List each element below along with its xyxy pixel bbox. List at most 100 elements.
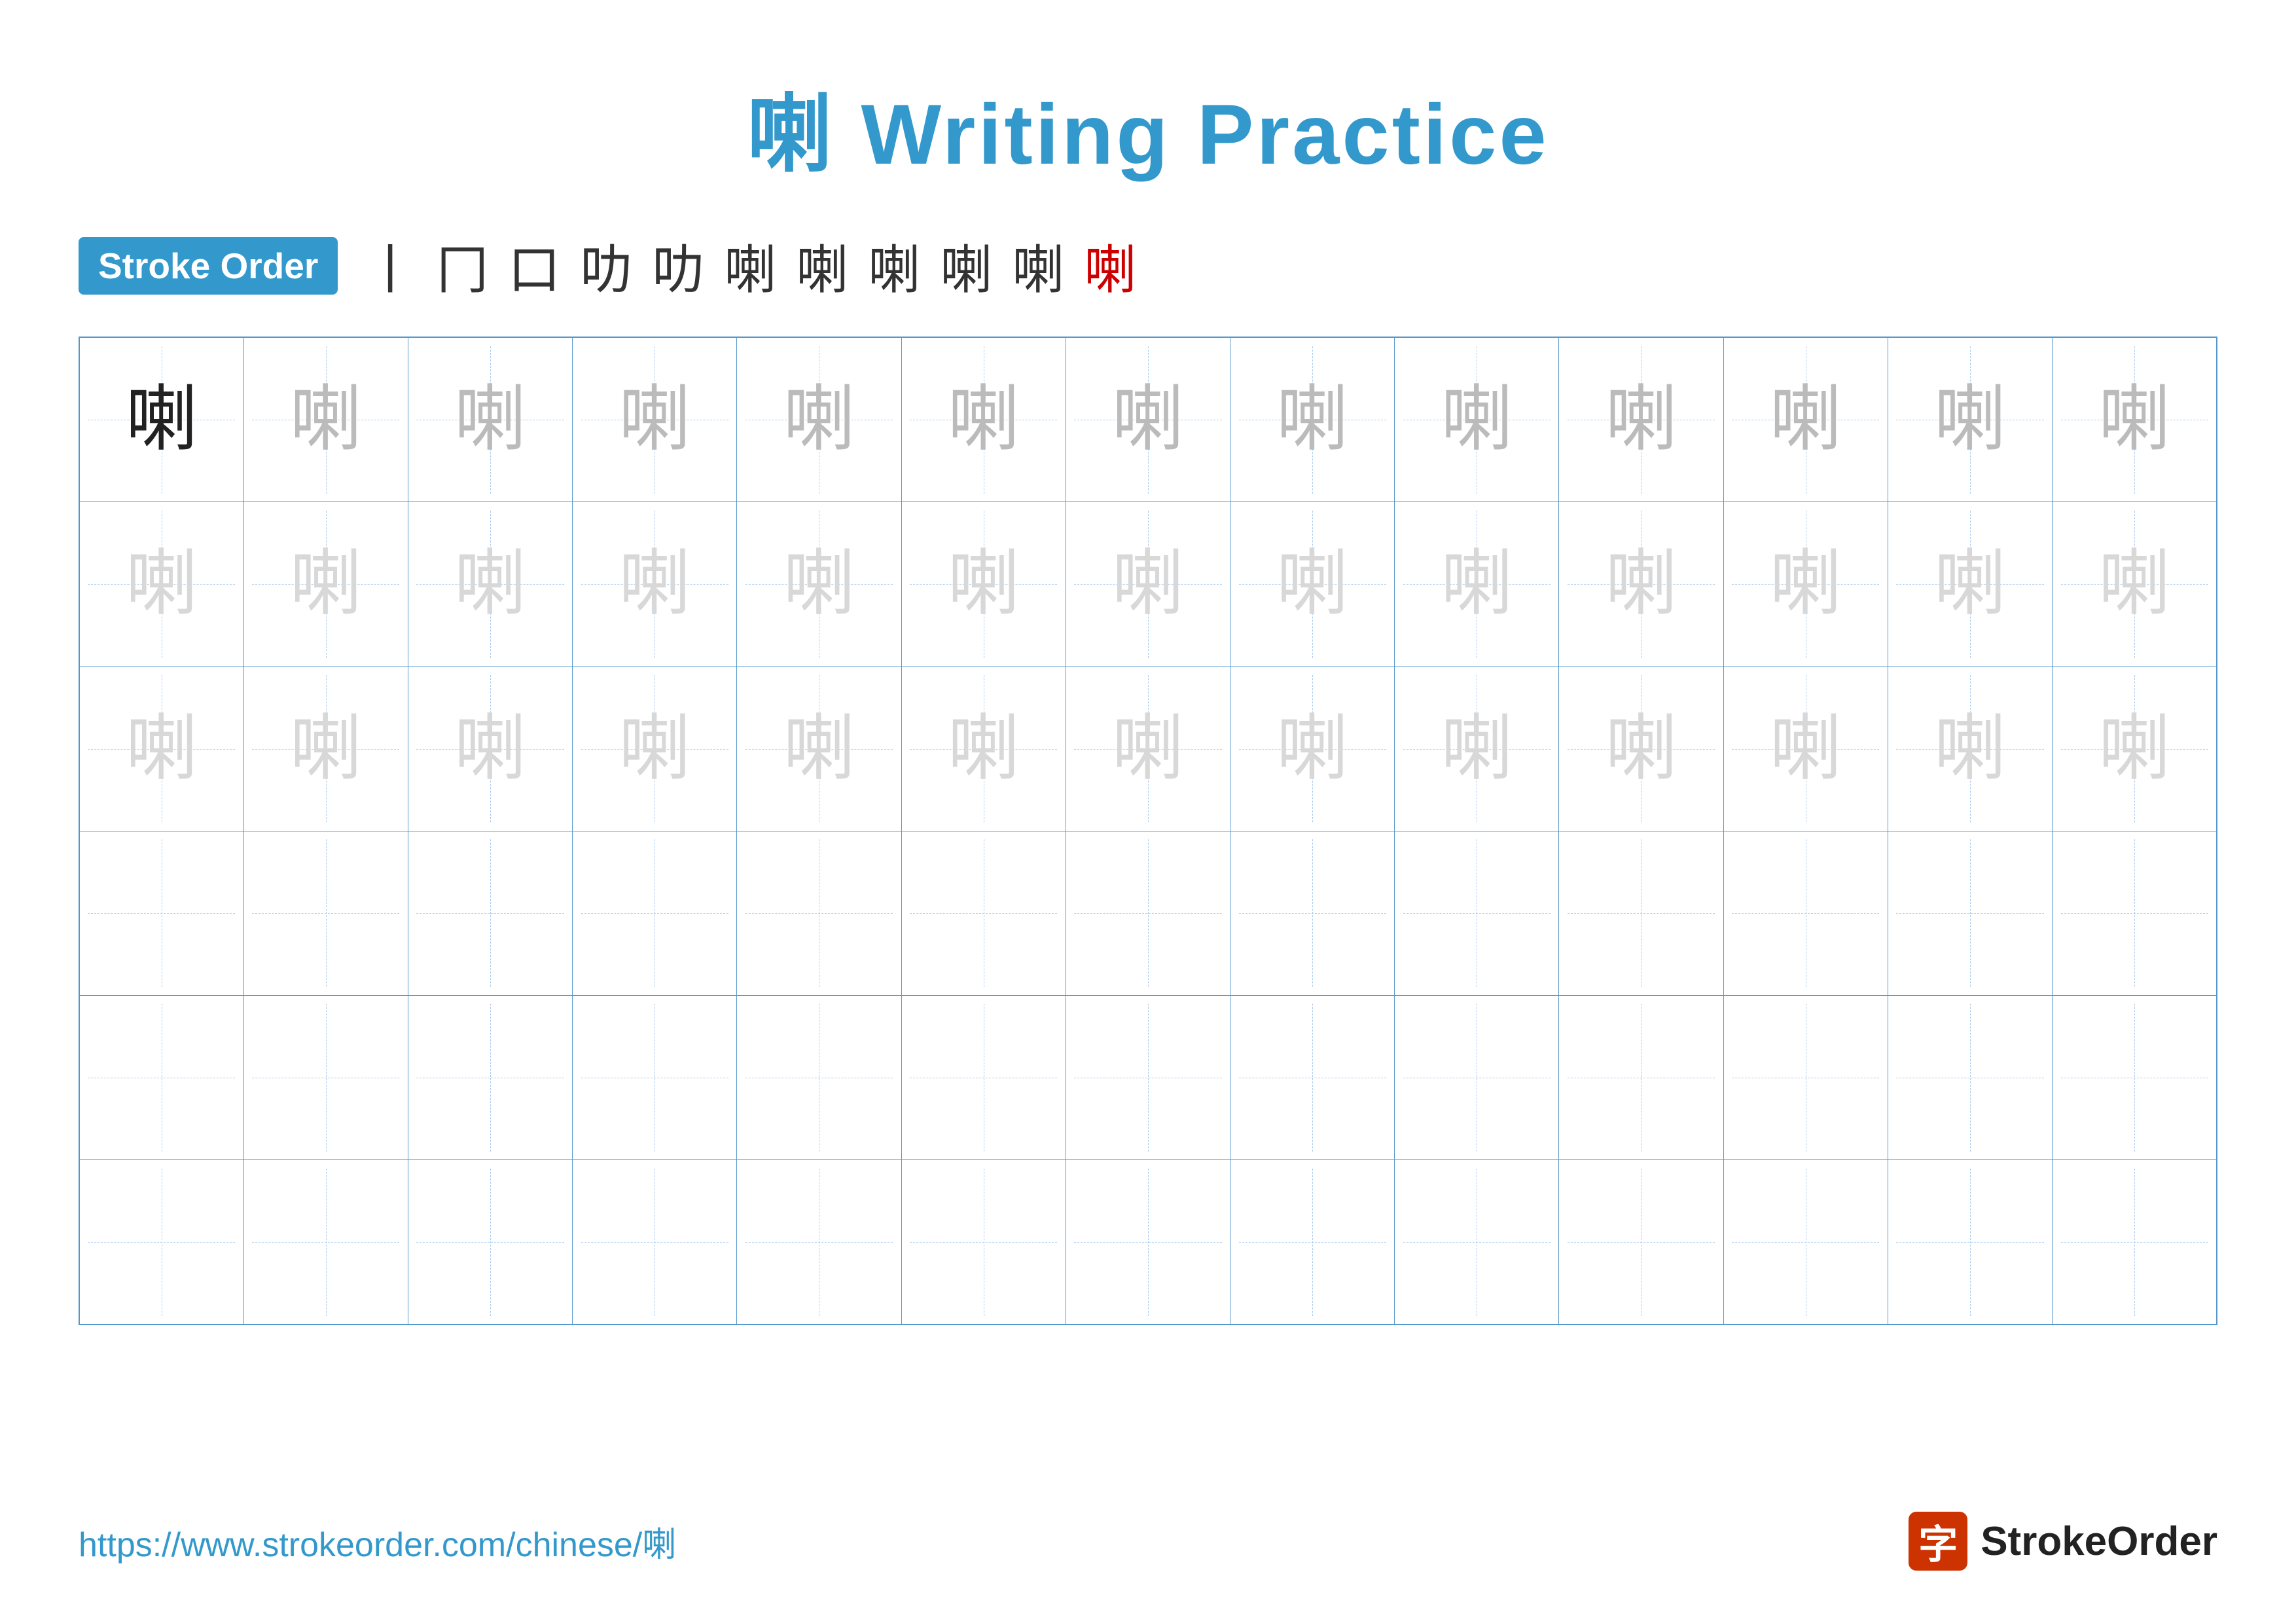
grid-cell: 喇 <box>573 502 737 666</box>
grid-cell <box>737 1160 901 1325</box>
stroke-step-5: 叻 <box>652 228 704 304</box>
grid-cell: 喇 <box>1395 666 1559 831</box>
grid-cell <box>1230 995 1395 1159</box>
grid-cell: 喇 <box>1066 502 1230 666</box>
grid-cell <box>1066 831 1230 995</box>
stroke-step-3: 口 <box>508 228 560 304</box>
page-title: 喇 Writing Practice <box>747 65 1549 189</box>
grid-cell: 喇 <box>1066 666 1230 831</box>
grid-cell: 喇 <box>1395 337 1559 502</box>
grid-row-5 <box>79 995 2217 1159</box>
grid-cell <box>1559 995 1723 1159</box>
footer-logo-icon: 字 <box>1909 1512 1967 1571</box>
grid-cell: 喇 <box>79 337 243 502</box>
grid-cell: 喇 <box>901 502 1066 666</box>
stroke-step-8: 喇 <box>868 228 920 304</box>
grid-cell: 喇 <box>1559 666 1723 831</box>
practice-grid: 喇 喇 喇 喇 喇 喇 喇 喇 喇 喇 喇 喇 喇 喇 喇 喇 喇 喇 喇 喇 … <box>79 337 2217 1325</box>
page: 喇 Writing Practice Stroke Order 丨 冂 口 叻 … <box>0 0 2296 1623</box>
stroke-step-10: 喇 <box>1012 228 1064 304</box>
grid-cell: 喇 <box>79 502 243 666</box>
grid-row-1: 喇 喇 喇 喇 喇 喇 喇 喇 喇 喇 喇 喇 喇 <box>79 337 2217 502</box>
grid-cell <box>1066 995 1230 1159</box>
grid-cell <box>2053 995 2217 1159</box>
grid-cell: 喇 <box>573 666 737 831</box>
grid-cell <box>408 1160 572 1325</box>
grid-cell <box>2053 831 2217 995</box>
grid-cell <box>1888 831 2052 995</box>
grid-cell <box>2053 1160 2217 1325</box>
grid-cell <box>901 831 1066 995</box>
grid-cell: 喇 <box>737 337 901 502</box>
grid-cell: 喇 <box>1888 666 2052 831</box>
stroke-step-9: 喇 <box>940 228 992 304</box>
stroke-step-2: 冂 <box>436 228 488 304</box>
grid-cell: 喇 <box>1888 502 2052 666</box>
grid-cell <box>737 831 901 995</box>
grid-cell: 喇 <box>573 337 737 502</box>
grid-cell <box>79 995 243 1159</box>
grid-cell: 喇 <box>1723 666 1888 831</box>
grid-cell: 喇 <box>408 337 572 502</box>
grid-cell <box>1395 995 1559 1159</box>
grid-cell: 喇 <box>1230 666 1395 831</box>
grid-cell: 喇 <box>2053 666 2217 831</box>
grid-cell: 喇 <box>1230 502 1395 666</box>
stroke-step-6: 喇 <box>724 228 776 304</box>
grid-row-6 <box>79 1160 2217 1325</box>
grid-cell: 喇 <box>2053 337 2217 502</box>
grid-cell: 喇 <box>1230 337 1395 502</box>
stroke-order-badge: Stroke Order <box>79 237 338 295</box>
grid-cell: 喇 <box>737 502 901 666</box>
grid-cell <box>1559 831 1723 995</box>
grid-cell: 喇 <box>408 666 572 831</box>
grid-cell <box>243 995 408 1159</box>
grid-cell <box>408 831 572 995</box>
grid-row-2: 喇 喇 喇 喇 喇 喇 喇 喇 喇 喇 喇 喇 喇 <box>79 502 2217 666</box>
grid-cell <box>573 831 737 995</box>
grid-cell <box>901 995 1066 1159</box>
footer-url[interactable]: https://www.strokeorder.com/chinese/喇 <box>79 1517 676 1566</box>
grid-cell <box>1888 995 2052 1159</box>
grid-cell <box>1066 1160 1230 1325</box>
grid-cell <box>1723 831 1888 995</box>
grid-cell: 喇 <box>79 666 243 831</box>
grid-cell: 喇 <box>1888 337 2052 502</box>
stroke-step-7: 喇 <box>796 228 848 304</box>
stroke-step-1: 丨 <box>364 228 416 304</box>
grid-cell <box>901 1160 1066 1325</box>
footer: https://www.strokeorder.com/chinese/喇 字 … <box>79 1486 2217 1571</box>
grid-cell <box>1559 1160 1723 1325</box>
grid-row-3: 喇 喇 喇 喇 喇 喇 喇 喇 喇 喇 喇 喇 喇 <box>79 666 2217 831</box>
grid-cell <box>1723 1160 1888 1325</box>
footer-logo-text: StrokeOrder <box>1981 1518 2217 1565</box>
char-medium: 喇 <box>290 384 362 456</box>
grid-cell <box>408 995 572 1159</box>
grid-cell: 喇 <box>901 337 1066 502</box>
grid-cell <box>243 1160 408 1325</box>
grid-cell <box>737 995 901 1159</box>
grid-row-4 <box>79 831 2217 995</box>
char-solid: 喇 <box>126 384 198 456</box>
grid-cell: 喇 <box>408 502 572 666</box>
grid-cell <box>573 995 737 1159</box>
stroke-step-11: 喇 <box>1084 228 1136 304</box>
grid-cell <box>79 1160 243 1325</box>
grid-cell: 喇 <box>1066 337 1230 502</box>
grid-cell <box>1395 831 1559 995</box>
grid-cell <box>573 1160 737 1325</box>
grid-cell: 喇 <box>2053 502 2217 666</box>
grid-cell <box>1230 1160 1395 1325</box>
footer-logo: 字 StrokeOrder <box>1909 1512 2217 1571</box>
stroke-step-4: 叻 <box>580 228 632 304</box>
stroke-steps: 丨 冂 口 叻 叻 喇 喇 喇 喇 喇 喇 <box>364 228 1136 304</box>
grid-cell <box>243 831 408 995</box>
grid-cell <box>1230 831 1395 995</box>
grid-cell <box>1723 995 1888 1159</box>
grid-cell <box>1888 1160 2052 1325</box>
grid-cell: 喇 <box>243 502 408 666</box>
grid-cell <box>1395 1160 1559 1325</box>
grid-cell: 喇 <box>243 666 408 831</box>
grid-cell: 喇 <box>1559 337 1723 502</box>
grid-cell: 喇 <box>1723 502 1888 666</box>
